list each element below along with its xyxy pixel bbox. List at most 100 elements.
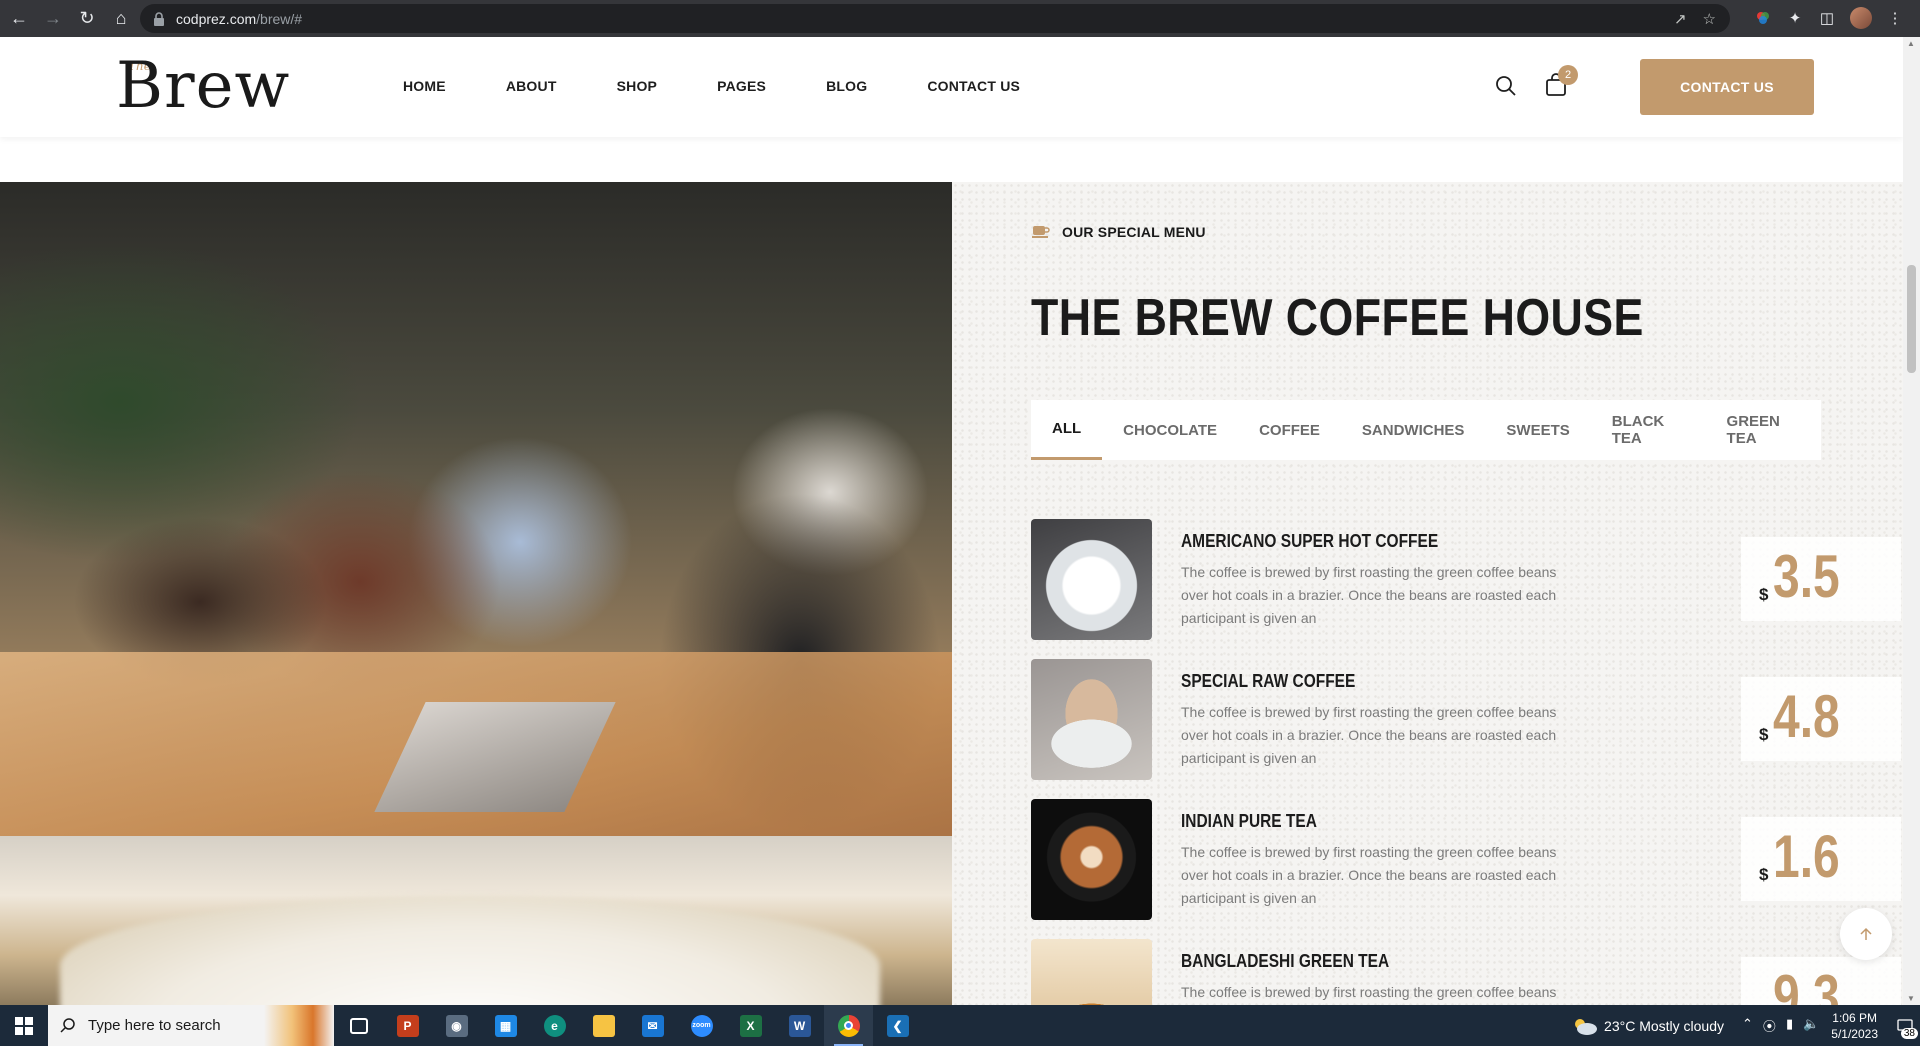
battery-icon[interactable]: ▮ bbox=[1786, 1016, 1793, 1035]
excel-icon[interactable]: X bbox=[726, 1005, 775, 1046]
taskbar-clock[interactable]: 1:06 PM 5/1/2023 bbox=[1831, 1010, 1878, 1042]
item-image-pure-tea bbox=[1031, 799, 1152, 920]
item-price: 1.6 bbox=[1773, 823, 1840, 890]
search-highlight-image bbox=[264, 1005, 334, 1046]
menu-tabs: ALL CHOCOLATE COFFEE SANDWICHES SWEETS B… bbox=[1031, 400, 1821, 460]
powerpoint-icon[interactable]: P bbox=[383, 1005, 432, 1046]
site-logo[interactable]: Brew bbox=[116, 49, 290, 123]
mail-icon[interactable]: ✉ bbox=[628, 1005, 677, 1046]
browser-toolbar: ← → ↻ ⌂ codprez.com/brew/# ↗ ☆ ✦ ◫ ⋮ bbox=[0, 0, 1920, 37]
nav-blog[interactable]: BLOG bbox=[826, 78, 867, 94]
store-icon[interactable]: ▦ bbox=[481, 1005, 530, 1046]
url-path: /brew/# bbox=[256, 10, 303, 27]
item-image-americano bbox=[1031, 519, 1152, 640]
notification-count: 38 bbox=[1900, 1028, 1918, 1039]
camera-icon[interactable]: ◉ bbox=[432, 1005, 481, 1046]
weather-text: 23°C Mostly cloudy bbox=[1604, 1017, 1725, 1034]
menu-item[interactable]: SPECIAL RAW COFFEE The coffee is brewed … bbox=[1031, 659, 1901, 781]
section-subtitle: OUR SPECIAL MENU bbox=[1062, 224, 1206, 240]
file-explorer-icon[interactable] bbox=[579, 1005, 628, 1046]
chevron-up-icon[interactable]: ⌃ bbox=[1742, 1016, 1753, 1035]
cart-count-badge: 2 bbox=[1558, 65, 1578, 85]
color-extension-icon[interactable] bbox=[1754, 9, 1772, 27]
search-icon[interactable] bbox=[1494, 74, 1518, 98]
reload-icon[interactable]: ↻ bbox=[72, 4, 102, 34]
share-icon[interactable]: ↗ bbox=[1674, 10, 1687, 28]
currency-symbol: $ bbox=[1759, 585, 1769, 604]
chrome-menu-icon[interactable]: ⋮ bbox=[1886, 9, 1904, 27]
search-icon bbox=[60, 1018, 75, 1033]
nav-contact-us[interactable]: CONTACT US bbox=[927, 78, 1020, 94]
item-name[interactable]: AMERICANO SUPER HOT COFFEE bbox=[1181, 531, 1438, 552]
scroll-to-top-button[interactable] bbox=[1840, 908, 1892, 960]
forward-icon[interactable]: → bbox=[38, 4, 68, 34]
item-price: 4.8 bbox=[1773, 683, 1840, 750]
item-description: The coffee is brewed by first roasting t… bbox=[1181, 984, 1557, 1000]
tab-sweets[interactable]: SWEETS bbox=[1485, 400, 1590, 460]
windows-start-icon[interactable] bbox=[0, 1005, 48, 1046]
item-image-green-tea bbox=[1031, 939, 1152, 1005]
taskbar-search-box[interactable]: Type here to search bbox=[48, 1005, 334, 1046]
url-text: codprez.com/brew/# bbox=[176, 11, 302, 27]
home-icon[interactable]: ⌂ bbox=[106, 4, 136, 34]
price-box: $ 9.3 bbox=[1741, 957, 1901, 1005]
page-scrollbar[interactable]: ▲ ▼ bbox=[1903, 37, 1920, 1005]
menu-item[interactable]: INDIAN PURE TEA The coffee is brewed by … bbox=[1031, 799, 1901, 921]
scroll-down-arrow-icon[interactable]: ▼ bbox=[1907, 994, 1915, 1003]
item-description: The coffee is brewed by first roasting t… bbox=[1181, 704, 1557, 766]
item-name[interactable]: SPECIAL RAW COFFEE bbox=[1181, 671, 1355, 692]
nav-pages[interactable]: PAGES bbox=[717, 78, 766, 94]
extensions-puzzle-icon[interactable]: ✦ bbox=[1786, 9, 1804, 27]
system-tray: 23°C Mostly cloudy ⌃ ⦿ ▮ 🔈 1:06 PM 5/1/2… bbox=[1572, 1005, 1920, 1046]
weather-widget[interactable]: 23°C Mostly cloudy bbox=[1572, 1017, 1724, 1035]
nav-shop[interactable]: SHOP bbox=[617, 78, 657, 94]
main-nav: HOME ABOUT SHOP PAGES BLOG CONTACT US bbox=[403, 78, 1080, 94]
currency-symbol: $ bbox=[1759, 865, 1769, 884]
side-panel-icon[interactable]: ◫ bbox=[1818, 9, 1836, 27]
tab-coffee[interactable]: COFFEE bbox=[1238, 400, 1341, 460]
tab-chocolate[interactable]: CHOCOLATE bbox=[1102, 400, 1238, 460]
network-icon[interactable]: ⦿ bbox=[1763, 1016, 1776, 1035]
price-box: $ 4.8 bbox=[1741, 677, 1901, 761]
zoom-icon[interactable]: zoom bbox=[677, 1005, 726, 1046]
bookmark-star-icon[interactable]: ☆ bbox=[1703, 10, 1716, 28]
edge-icon[interactable]: e bbox=[530, 1005, 579, 1046]
tab-all[interactable]: ALL bbox=[1031, 400, 1103, 460]
menu-item[interactable]: BANGLADESHI GREEN TEA The coffee is brew… bbox=[1031, 939, 1901, 1005]
section-title: THE BREW COFFEE HOUSE bbox=[1031, 289, 1644, 347]
vscode-icon[interactable]: ❮ bbox=[873, 1005, 922, 1046]
notifications-icon[interactable]: 38 bbox=[1890, 1005, 1920, 1046]
scroll-thumb[interactable] bbox=[1907, 265, 1916, 373]
clock-time: 1:06 PM bbox=[1832, 1010, 1877, 1025]
tab-sandwiches[interactable]: SANDWICHES bbox=[1341, 400, 1486, 460]
item-name[interactable]: INDIAN PURE TEA bbox=[1181, 811, 1317, 832]
photo-book bbox=[60, 896, 880, 1005]
chrome-icon[interactable] bbox=[824, 1005, 873, 1046]
tab-black-tea[interactable]: BLACK TEA bbox=[1591, 400, 1706, 460]
scroll-up-arrow-icon[interactable]: ▲ bbox=[1907, 39, 1915, 48]
windows-taskbar: Type here to search P ◉ ▦ e ✉ zoom X W ❮… bbox=[0, 1005, 1920, 1046]
contact-us-button[interactable]: CONTACT US bbox=[1640, 59, 1814, 115]
price-box: $ 3.5 bbox=[1741, 537, 1901, 621]
word-icon[interactable]: W bbox=[775, 1005, 824, 1046]
site-header: The Brew HOME ABOUT SHOP PAGES BLOG CONT… bbox=[0, 37, 1903, 137]
arrow-up-icon bbox=[1860, 927, 1872, 940]
currency-symbol: $ bbox=[1759, 725, 1769, 744]
taskbar-search-placeholder: Type here to search bbox=[88, 1017, 221, 1034]
menu-item[interactable]: AMERICANO SUPER HOT COFFEE The coffee is… bbox=[1031, 519, 1901, 641]
cloud-icon bbox=[1575, 1018, 1598, 1035]
item-name[interactable]: BANGLADESHI GREEN TEA bbox=[1181, 951, 1389, 972]
item-image-raw-coffee bbox=[1031, 659, 1152, 780]
nav-about[interactable]: ABOUT bbox=[506, 78, 557, 94]
item-price: 3.5 bbox=[1773, 543, 1840, 610]
coffee-cup-icon bbox=[1032, 226, 1050, 238]
profile-avatar[interactable] bbox=[1850, 7, 1872, 29]
nav-home[interactable]: HOME bbox=[403, 78, 446, 94]
address-bar[interactable]: codprez.com/brew/# ↗ ☆ bbox=[140, 4, 1730, 33]
task-view-icon[interactable] bbox=[334, 1005, 383, 1046]
back-icon[interactable]: ← bbox=[4, 4, 34, 34]
tab-green-tea[interactable]: GREEN TEA bbox=[1706, 400, 1821, 460]
item-description: The coffee is brewed by first roasting t… bbox=[1181, 564, 1557, 626]
clock-date: 5/1/2023 bbox=[1831, 1026, 1878, 1041]
volume-icon[interactable]: 🔈 bbox=[1803, 1016, 1819, 1035]
